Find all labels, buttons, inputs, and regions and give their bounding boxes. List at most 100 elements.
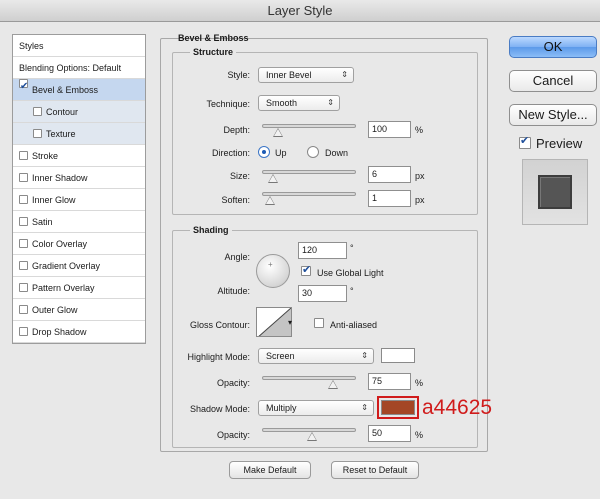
angle-unit: ° — [350, 243, 354, 253]
styles-list-checkbox[interactable] — [19, 173, 28, 182]
shadow-opacity-field[interactable]: 50 — [368, 425, 411, 442]
highlight-opacity-label: Opacity: — [216, 378, 250, 388]
make-default-button[interactable]: Make Default — [229, 461, 311, 479]
shadow-mode-value: Multiply — [266, 403, 297, 413]
styles-list-checkbox[interactable] — [19, 151, 28, 160]
styles-list-checkbox[interactable] — [19, 217, 28, 226]
soften-field[interactable]: 1 — [368, 190, 411, 207]
size-slider-thumb[interactable] — [267, 174, 278, 183]
styles-list-label: Outer Glow — [32, 305, 78, 315]
styles-list-checkbox[interactable] — [19, 195, 28, 204]
soften-slider-track[interactable] — [262, 192, 356, 196]
depth-unit: % — [415, 125, 424, 135]
use-global-light-checkbox[interactable] — [301, 263, 311, 276]
window-title: Layer Style — [0, 0, 600, 22]
styles-list-item-color-overlay[interactable]: Color Overlay — [13, 233, 145, 255]
angle-field[interactable]: 120 — [298, 242, 347, 259]
highlight-opacity-field[interactable]: 75 — [368, 373, 411, 390]
styles-list-label: Drop Shadow — [32, 327, 87, 337]
shadow-opacity-thumb[interactable] — [307, 432, 317, 441]
altitude-field[interactable]: 30 — [298, 285, 347, 302]
angle-label: Angle: — [224, 252, 250, 262]
updown-arrow-icon: ⇕ — [341, 70, 348, 79]
depth-field[interactable]: 100 — [368, 121, 411, 138]
styles-list-item-pattern-overlay[interactable]: Pattern Overlay — [13, 277, 145, 299]
preview-label: Preview — [536, 136, 583, 151]
styles-list-item-contour[interactable]: Contour — [13, 101, 145, 123]
gloss-dropdown-arrow-icon[interactable]: ▾ — [288, 318, 292, 327]
depth-slider-thumb[interactable] — [273, 128, 284, 137]
updown-arrow-icon: ⇕ — [361, 403, 368, 412]
soften-slider-thumb[interactable] — [265, 196, 275, 205]
direction-down-radio[interactable] — [307, 146, 319, 158]
shadow-opacity-label: Opacity: — [216, 430, 250, 440]
styles-list-label: Gradient Overlay — [32, 261, 101, 271]
styles-list-checkbox[interactable] — [19, 327, 28, 336]
size-field[interactable]: 6 — [368, 166, 411, 183]
styles-list-item-inner-glow[interactable]: Inner Glow — [13, 189, 145, 211]
altitude-unit: ° — [350, 286, 354, 296]
preview-square — [538, 175, 572, 209]
gloss-contour-picker[interactable] — [256, 307, 292, 337]
shading-title: Shading — [190, 225, 232, 235]
styles-list-item-satin[interactable]: Satin — [13, 211, 145, 233]
shadow-mode-label: Shadow Mode: — [189, 404, 250, 414]
color-code-annotation: a44625 — [422, 396, 493, 419]
technique-select-value: Smooth — [266, 98, 298, 108]
styles-list-label: Inner Shadow — [32, 173, 88, 183]
styles-list-label: Styles — [19, 41, 44, 51]
new-style-button[interactable]: New Style... — [509, 104, 597, 126]
altitude-label: Altitude: — [217, 286, 250, 296]
styles-list-checkbox[interactable] — [19, 305, 28, 314]
styles-list-label: Blending Options: Default — [19, 63, 122, 73]
preview-thumbnail — [522, 159, 588, 225]
anti-aliased-checkbox[interactable] — [314, 318, 324, 328]
size-unit: px — [415, 171, 425, 181]
style-select-value: Inner Bevel — [266, 70, 312, 80]
styles-list: Styles Blending Options: Default Bevel & E… — [12, 34, 146, 344]
highlight-opacity-thumb[interactable] — [328, 380, 338, 389]
angle-dial[interactable] — [256, 254, 290, 288]
styles-list-item-outer-glow[interactable]: Outer Glow — [13, 299, 145, 321]
direction-label: Direction: — [211, 148, 250, 158]
styles-list-item-blending-options-default[interactable]: Blending Options: Default — [13, 57, 145, 79]
highlight-mode-select[interactable]: Screen ⇕ — [258, 348, 374, 364]
structure-title: Structure — [190, 47, 237, 57]
direction-up-radio[interactable] — [258, 146, 270, 158]
styles-list-checkbox[interactable] — [19, 283, 28, 292]
styles-list-item-gradient-overlay[interactable]: Gradient Overlay — [13, 255, 145, 277]
styles-list-checkbox[interactable] — [19, 261, 28, 270]
preview-checkbox[interactable] — [519, 134, 531, 149]
styles-list-checkbox[interactable] — [33, 129, 42, 138]
styles-list-label: Bevel & Emboss — [32, 85, 99, 95]
styles-list-checkbox[interactable] — [33, 107, 42, 116]
shadow-opacity-unit: % — [415, 430, 424, 440]
styles-list-label: Stroke — [32, 151, 59, 161]
ok-button[interactable]: OK — [509, 36, 597, 58]
styles-list-item-drop-shadow[interactable]: Drop Shadow — [13, 321, 145, 343]
styles-list-checkbox[interactable] — [19, 239, 28, 248]
styles-list-label: Color Overlay — [32, 239, 88, 249]
styles-list-label: Inner Glow — [32, 195, 76, 205]
technique-label: Technique: — [206, 99, 250, 109]
highlight-opacity-track[interactable] — [262, 376, 356, 380]
shadow-mode-select[interactable]: Multiply ⇕ — [258, 400, 374, 416]
styles-list-item-texture[interactable]: Texture — [13, 123, 145, 145]
styles-list-item-bevel-emboss[interactable]: Bevel & Emboss — [13, 79, 145, 101]
cancel-button[interactable]: Cancel — [509, 70, 597, 92]
gloss-contour-curve-icon — [258, 308, 291, 336]
styles-list-item-stroke[interactable]: Stroke — [13, 145, 145, 167]
reset-to-default-button[interactable]: Reset to Default — [331, 461, 419, 479]
shadow-color-swatch[interactable] — [381, 400, 415, 415]
styles-list-label: Texture — [46, 129, 76, 139]
styles-list-checkbox[interactable] — [19, 79, 28, 88]
style-select[interactable]: Inner Bevel ⇕ — [258, 67, 354, 83]
styles-list-item-styles[interactable]: Styles — [13, 35, 145, 57]
styles-list-item-inner-shadow[interactable]: Inner Shadow — [13, 167, 145, 189]
highlight-mode-value: Screen — [266, 351, 295, 361]
technique-select[interactable]: Smooth ⇕ — [258, 95, 340, 111]
updown-arrow-icon: ⇕ — [361, 351, 368, 360]
styles-list-label: Contour — [46, 107, 79, 117]
use-global-light-label: Use Global Light — [317, 268, 384, 278]
highlight-color-swatch[interactable] — [381, 348, 415, 363]
